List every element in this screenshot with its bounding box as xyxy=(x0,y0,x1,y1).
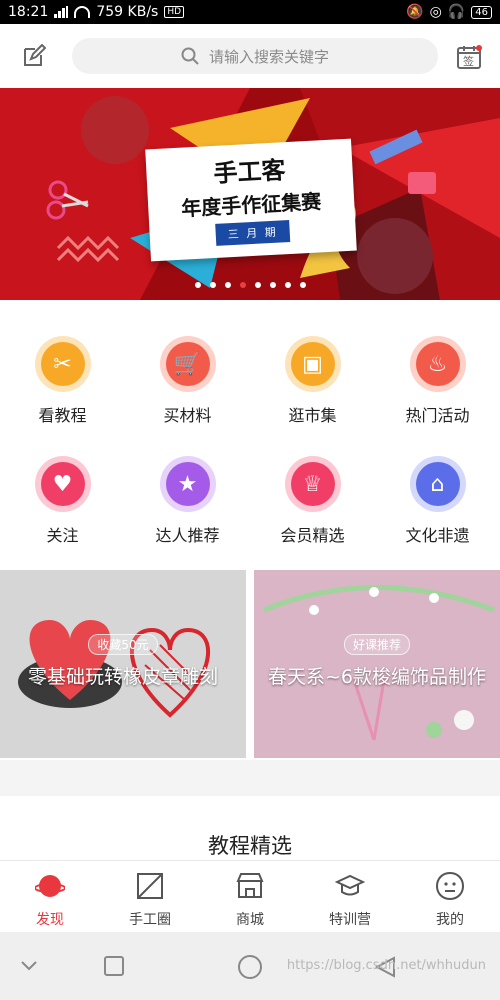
category-events[interactable]: ♨ 热门活动 xyxy=(375,300,500,425)
top-bar: 请输入搜索关键字 签 xyxy=(0,24,500,88)
carousel-dot[interactable] xyxy=(254,282,261,288)
carousel-dot-active[interactable] xyxy=(239,282,246,288)
promo-banner[interactable]: 1 手工客 年度手作征集赛 三 月 期 xyxy=(0,88,500,300)
tab-label: 我的 xyxy=(436,912,464,928)
graduation-cap-icon xyxy=(334,874,366,896)
hd-icon: HD xyxy=(164,6,185,18)
category-grid: ✂ 看教程 🛒 买材料 ▣ 逛市集 ♨ 热门活动 ♥ 关注 ★ 达人推荐 ♕ 会… xyxy=(0,300,500,568)
carousel-dot[interactable] xyxy=(209,282,216,288)
category-label: 会员精选 xyxy=(280,526,345,545)
chevron-down-icon[interactable] xyxy=(20,960,38,972)
status-time: 18:21 xyxy=(8,4,49,20)
carousel-dot[interactable] xyxy=(224,282,231,288)
heart-icon: ♥ xyxy=(40,462,85,506)
alarm-icon: ◎ xyxy=(429,4,442,20)
signal-icon xyxy=(54,6,69,18)
section-title: 教程精选 xyxy=(208,834,292,858)
headphones-icon: 🎧 xyxy=(447,4,466,20)
category-heritage[interactable]: ⌂ 文化非遗 xyxy=(375,420,500,545)
box-icon: ▣ xyxy=(290,342,335,386)
status-bar: 18:21 759 KB/s HD 🔕 ◎ 🎧 46 xyxy=(0,0,500,24)
network-speed: 759 KB/s xyxy=(96,4,159,20)
store-icon xyxy=(236,873,264,898)
carousel-dot[interactable] xyxy=(284,282,291,288)
featured-courses: 收藏50元 零基础玩转橡皮章雕刻 好课推荐 春天系~6款梭编饰品制作 xyxy=(0,568,500,760)
signin-label: 签 xyxy=(463,55,474,68)
cart-icon: 🛒 xyxy=(165,342,210,386)
category-experts[interactable]: ★ 达人推荐 xyxy=(125,420,250,545)
face-icon xyxy=(435,871,465,901)
flame-icon: ♨ xyxy=(415,342,460,386)
tab-label: 手工圈 xyxy=(129,912,171,928)
course-card[interactable]: 收藏50元 零基础玩转橡皮章雕刻 xyxy=(0,570,246,758)
planet-icon xyxy=(34,875,66,897)
search-placeholder: 请输入搜索关键字 xyxy=(208,47,329,66)
recents-icon[interactable] xyxy=(104,956,124,976)
crown-icon: ♕ xyxy=(290,462,335,506)
wifi-icon xyxy=(74,6,91,18)
tab-mine[interactable]: 我的 xyxy=(400,861,500,933)
tab-mall[interactable]: 商城 xyxy=(200,861,300,933)
banner-card: 手工客 年度手作征集赛 三 月 期 xyxy=(145,138,357,262)
category-label: 达人推荐 xyxy=(155,526,220,545)
bottom-tab-bar: 发现 手工圈 商城 特训营 我的 xyxy=(0,860,500,933)
tab-training[interactable]: 特训营 xyxy=(300,861,400,933)
category-label: 文化非遗 xyxy=(405,526,470,545)
search-bar[interactable]: 请输入搜索关键字 xyxy=(72,38,438,74)
tab-label: 特训营 xyxy=(329,912,371,928)
battery-indicator: 46 xyxy=(471,5,492,19)
search-icon xyxy=(181,47,199,65)
banner-tag: 三 月 期 xyxy=(215,220,291,246)
course-card[interactable]: 好课推荐 春天系~6款梭编饰品制作 xyxy=(254,570,500,758)
tutorial-section: 教程精选 xyxy=(0,796,500,866)
signin-button[interactable]: 签 xyxy=(456,44,482,70)
course-title: 零基础玩转橡皮章雕刻 xyxy=(27,666,218,688)
course-title: 春天系~6款梭编饰品制作 xyxy=(267,666,486,688)
category-members[interactable]: ♕ 会员精选 xyxy=(250,420,375,545)
category-market[interactable]: ▣ 逛市集 xyxy=(250,300,375,425)
star-icon: ★ xyxy=(165,462,210,506)
category-tutorials[interactable]: ✂ 看教程 xyxy=(0,300,125,425)
watermark: https://blog.csdn.net/whhudun xyxy=(286,958,486,973)
tab-label: 发现 xyxy=(36,912,64,928)
building-icon: ⌂ xyxy=(415,462,460,506)
carousel-dot[interactable] xyxy=(269,282,276,288)
home-icon[interactable] xyxy=(237,954,263,980)
category-label: 关注 xyxy=(46,526,79,545)
bell-off-icon: 🔕 xyxy=(406,4,424,20)
course-tag: 好课推荐 xyxy=(343,634,410,655)
edit-icon[interactable] xyxy=(22,44,46,68)
carousel-dot[interactable] xyxy=(299,282,306,288)
carousel-indicator xyxy=(0,282,500,288)
category-follow[interactable]: ♥ 关注 xyxy=(0,420,125,545)
course-tag: 收藏50元 xyxy=(88,634,158,655)
tab-label: 商城 xyxy=(236,912,264,928)
square-slash-icon xyxy=(137,873,163,899)
category-materials[interactable]: 🛒 买材料 xyxy=(125,300,250,425)
tab-craft-circle[interactable]: 手工圈 xyxy=(100,861,200,933)
carousel-dot[interactable] xyxy=(194,282,201,288)
tab-discover[interactable]: 发现 xyxy=(0,861,100,933)
scissors-icon: ✂ xyxy=(40,342,85,386)
